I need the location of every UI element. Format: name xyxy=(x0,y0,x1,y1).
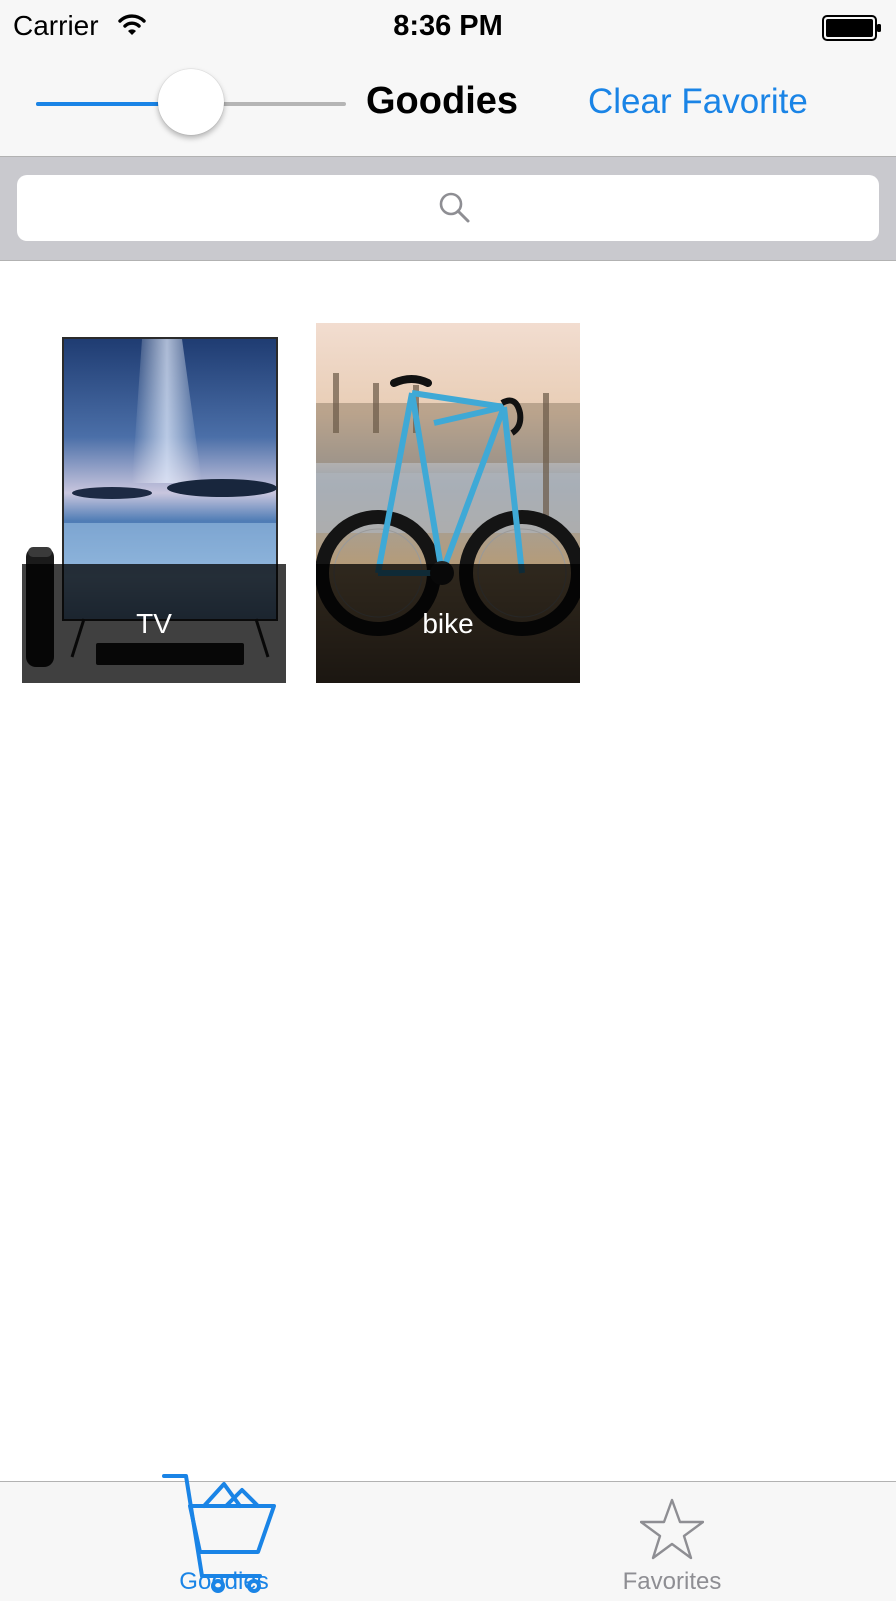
navigation-bar: Goodies Clear Favorite xyxy=(0,54,896,157)
clock-label: 8:36 PM xyxy=(393,10,503,42)
tab-label: Goodies xyxy=(179,1568,269,1595)
search-bar xyxy=(0,157,896,261)
search-input[interactable] xyxy=(17,175,879,241)
size-slider[interactable] xyxy=(36,69,346,135)
battery-icon xyxy=(822,15,881,41)
tab-label: Favorites xyxy=(622,1568,722,1595)
grid-item-tv[interactable]: TV xyxy=(22,323,286,683)
tab-bar: Goodies Favorites xyxy=(0,1474,896,1601)
clear-favorite-button[interactable]: Clear Favorite xyxy=(588,82,808,122)
item-title: bike xyxy=(422,608,474,639)
slider-thumb[interactable] xyxy=(158,69,224,135)
item-title: TV xyxy=(136,608,172,639)
search-icon xyxy=(439,192,470,223)
tab-goodies[interactable]: Goodies xyxy=(0,1474,448,1601)
item-caption: bike xyxy=(316,564,580,683)
grid-item-bike[interactable]: bike xyxy=(316,323,580,683)
item-caption: TV xyxy=(22,564,286,683)
star-icon xyxy=(640,1498,704,1560)
status-bar: Carrier 8:36 PM xyxy=(0,0,896,54)
tab-favorites[interactable]: Favorites xyxy=(448,1482,896,1601)
page-title: Goodies xyxy=(366,80,519,122)
